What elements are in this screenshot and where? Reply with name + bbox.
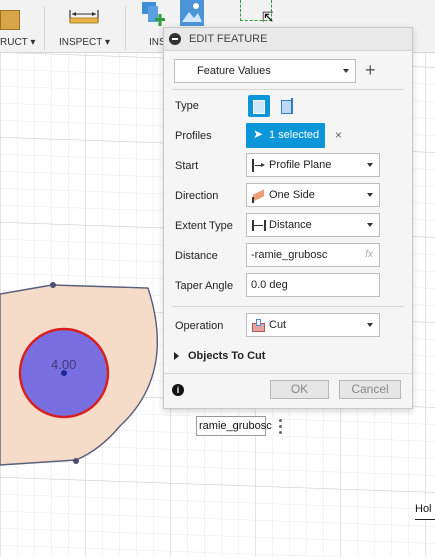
type-label: Type: [175, 100, 199, 112]
distance-label: Distance: [175, 250, 218, 262]
operation-dropdown[interactable]: Cut: [246, 313, 380, 337]
chevron-down-icon: [367, 223, 373, 227]
dimension-text: 4.00: [51, 357, 77, 372]
chevron-down-icon: [367, 163, 373, 167]
measure-icon: [69, 10, 99, 24]
direction-dropdown[interactable]: One Side: [246, 183, 380, 207]
more-options-icon[interactable]: [278, 418, 284, 434]
function-icon[interactable]: fx: [365, 249, 373, 260]
feature-values-dropdown[interactable]: Feature Values: [174, 59, 356, 83]
section-divider: [172, 89, 404, 90]
distance-canvas-input-value: ramie_grubosc: [199, 420, 272, 432]
info-icon[interactable]: i: [172, 384, 184, 396]
distance-input[interactable]: -ramie_grubosc fx: [246, 243, 380, 267]
panel-header: EDIT FEATURE: [164, 28, 412, 51]
insert-image-icon: [180, 0, 204, 26]
section-divider: [164, 373, 412, 374]
cancel-button[interactable]: Cancel: [339, 380, 401, 399]
chevron-down-icon: [367, 323, 373, 327]
insert-derive-icon: [142, 2, 165, 26]
distance-icon: [251, 218, 266, 233]
toolbar-separator: [44, 6, 45, 50]
select-cursor-icon: ➤: [253, 127, 264, 141]
cursor-icon: ⇱: [262, 9, 274, 25]
sketch-point: [50, 282, 56, 288]
operation-label: Operation: [175, 320, 224, 332]
taper-angle-label: Taper Angle: [175, 280, 234, 292]
inspect-group[interactable]: INSPECT ▾: [58, 0, 118, 52]
chevron-down-icon: [367, 193, 373, 197]
corner-label: Hol: [415, 503, 435, 520]
start-label: Start: [175, 160, 199, 172]
toolbar-separator: [125, 6, 126, 50]
direction-label: Direction: [175, 190, 219, 202]
extent-type-label: Extent Type: [175, 220, 233, 232]
section-divider: [172, 306, 404, 307]
expand-triangle-icon: [174, 352, 179, 360]
start-dropdown[interactable]: Profile Plane: [246, 153, 380, 177]
chevron-down-icon: ▾: [104, 37, 110, 48]
distance-canvas-input[interactable]: ramie_grubosc: [196, 416, 272, 436]
collapse-panel-icon[interactable]: [169, 33, 181, 45]
cut-icon: [251, 318, 266, 333]
chevron-down-icon: [343, 69, 349, 73]
profile-plane-icon: [251, 158, 266, 173]
type-thin-button[interactable]: [277, 95, 299, 117]
panel-title: EDIT FEATURE: [189, 33, 268, 45]
clear-selection-icon[interactable]: ×: [335, 128, 342, 142]
chevron-down-icon: ▾: [30, 37, 36, 48]
sketch-point: [73, 458, 79, 464]
type-body-button[interactable]: [248, 95, 270, 117]
construct-group[interactable]: RUCT ▾: [0, 0, 40, 52]
one-side-icon: [251, 188, 266, 203]
profiles-selection-button[interactable]: ➤ 1 selected: [246, 123, 325, 148]
edit-feature-panel: EDIT FEATURE Feature Values + Type Profi…: [163, 27, 413, 409]
taper-angle-input[interactable]: 0.0 deg: [246, 273, 380, 297]
add-preset-icon[interactable]: +: [365, 61, 376, 79]
ok-button[interactable]: OK: [270, 380, 329, 399]
profiles-label: Profiles: [175, 130, 212, 142]
construct-icon: [0, 10, 20, 30]
extent-type-dropdown[interactable]: Distance: [246, 213, 380, 237]
